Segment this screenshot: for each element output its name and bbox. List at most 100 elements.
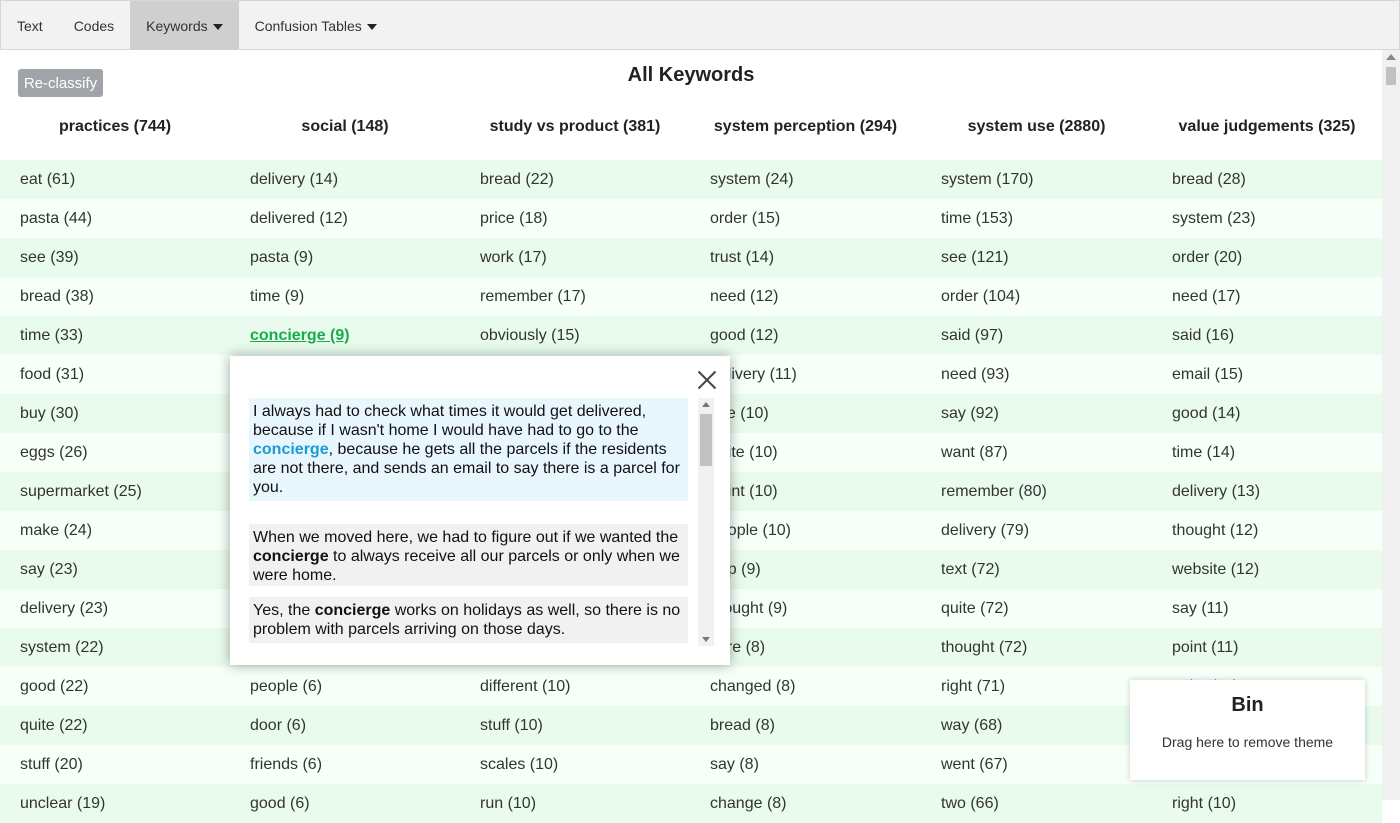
keyword-item[interactable]: said (97) xyxy=(921,316,1152,355)
keyword-item[interactable]: pasta (44) xyxy=(0,199,230,238)
keyword-item[interactable]: want (87) xyxy=(921,433,1152,472)
keyword-item[interactable]: changed (8) xyxy=(690,667,921,706)
keyword-item[interactable]: email (15) xyxy=(1152,355,1382,394)
column-header-system-use[interactable]: system use (2880) xyxy=(921,118,1152,140)
tab-keywords[interactable]: Keywords xyxy=(130,1,239,50)
keyword-item[interactable]: right (10) xyxy=(1152,784,1382,823)
keyword-item[interactable]: order (15) xyxy=(690,199,921,238)
keyword-item[interactable]: obviously (15) xyxy=(460,316,690,355)
keyword-item[interactable]: run (10) xyxy=(460,784,690,823)
column-header-system-perception[interactable]: system perception (294) xyxy=(690,118,921,140)
column-header-value-judgements[interactable]: value judgements (325) xyxy=(1152,118,1382,140)
keyword-item[interactable]: change (8) xyxy=(690,784,921,823)
keyword-item[interactable]: time (9) xyxy=(230,277,460,316)
keyword-label: good (22) xyxy=(20,677,89,695)
keyword-item[interactable]: trust (14) xyxy=(690,238,921,277)
keyword-item[interactable]: say (11) xyxy=(1152,589,1382,628)
keyword-item[interactable]: said (16) xyxy=(1152,316,1382,355)
keyword-item[interactable]: see (39) xyxy=(0,238,230,277)
column-header-practices[interactable]: practices (744) xyxy=(0,118,230,140)
keyword-item[interactable]: stuff (10) xyxy=(460,706,690,745)
keyword-item[interactable]: say (92) xyxy=(921,394,1152,433)
keyword-item[interactable]: two (66) xyxy=(921,784,1152,823)
keyword-item[interactable]: different (10) xyxy=(460,667,690,706)
keyword-item[interactable]: time (33) xyxy=(0,316,230,355)
keyword-item[interactable]: stuff (20) xyxy=(0,745,230,784)
keyword-item[interactable]: system (170) xyxy=(921,160,1152,199)
keyword-item[interactable]: bread (28) xyxy=(1152,160,1382,199)
keyword-item[interactable]: buy (30) xyxy=(0,394,230,433)
keyword-item[interactable]: website (12) xyxy=(1152,550,1382,589)
keyword-item[interactable]: time (14) xyxy=(1152,433,1382,472)
keyword-item[interactable]: say (8) xyxy=(690,745,921,784)
keyword-item[interactable]: scales (10) xyxy=(460,745,690,784)
page-scrollbar[interactable] xyxy=(1382,50,1400,800)
scroll-down-icon[interactable] xyxy=(702,637,710,642)
keyword-item[interactable]: good (14) xyxy=(1152,394,1382,433)
keyword-item[interactable]: eggs (26) xyxy=(0,433,230,472)
keyword-item[interactable]: need (12) xyxy=(690,277,921,316)
keyword-item[interactable]: eat (61) xyxy=(0,160,230,199)
keyword-item[interactable]: bread (38) xyxy=(0,277,230,316)
keyword-item[interactable]: door (6) xyxy=(230,706,460,745)
column-header-study-vs-product[interactable]: study vs product (381) xyxy=(460,118,690,140)
keyword-item[interactable]: bread (22) xyxy=(460,160,690,199)
keyword-item[interactable]: need (17) xyxy=(1152,277,1382,316)
keyword-item[interactable]: text (72) xyxy=(921,550,1152,589)
popup-scrollbar[interactable] xyxy=(698,398,714,646)
keyword-item[interactable]: people (6) xyxy=(230,667,460,706)
tab-codes[interactable]: Codes xyxy=(59,1,130,50)
keyword-item[interactable]: supermarket (25) xyxy=(0,472,230,511)
keyword-item[interactable]: system (23) xyxy=(1152,199,1382,238)
keyword-item[interactable]: make (24) xyxy=(0,511,230,550)
keyword-item[interactable]: remember (80) xyxy=(921,472,1152,511)
keyword-item[interactable]: work (17) xyxy=(460,238,690,277)
close-icon[interactable] xyxy=(695,368,719,392)
scroll-up-icon[interactable] xyxy=(702,402,710,407)
keyword-item[interactable]: thought (12) xyxy=(1152,511,1382,550)
tab-confusion-tables[interactable]: Confusion Tables xyxy=(239,1,393,50)
keyword-item[interactable]: say (23) xyxy=(0,550,230,589)
tab-text[interactable]: Text xyxy=(1,1,59,50)
keyword-item[interactable]: good (22) xyxy=(0,667,230,706)
keyword-item[interactable]: need (93) xyxy=(921,355,1152,394)
scrollbar-thumb[interactable] xyxy=(700,414,712,466)
keyword-item[interactable]: delivery (79) xyxy=(921,511,1152,550)
keyword-item[interactable]: concierge (9) xyxy=(230,316,460,355)
keyword-item[interactable]: delivered (12) xyxy=(230,199,460,238)
keyword-item[interactable]: delivery (13) xyxy=(1152,472,1382,511)
keyword-item[interactable]: food (31) xyxy=(0,355,230,394)
keyword-item[interactable]: system (22) xyxy=(0,628,230,667)
scroll-up-icon[interactable] xyxy=(1386,54,1396,60)
keyword-item[interactable]: pasta (9) xyxy=(230,238,460,277)
keyword-item[interactable]: unclear (19) xyxy=(0,784,230,823)
keyword-item[interactable]: point (11) xyxy=(1152,628,1382,667)
keyword-item[interactable]: system (24) xyxy=(690,160,921,199)
tab-codes-label: Codes xyxy=(73,17,115,34)
keyword-item[interactable]: went (67) xyxy=(921,745,1152,784)
keyword-item[interactable]: friends (6) xyxy=(230,745,460,784)
keyword-item[interactable]: see (121) xyxy=(921,238,1152,277)
keyword-item[interactable]: price (18) xyxy=(460,199,690,238)
keyword-item[interactable]: bread (8) xyxy=(690,706,921,745)
keyword-item[interactable]: quite (72) xyxy=(921,589,1152,628)
keyword-item[interactable]: time (153) xyxy=(921,199,1152,238)
keyword-label: unclear (19) xyxy=(20,794,106,812)
keyword-item[interactable]: good (12) xyxy=(690,316,921,355)
keyword-item[interactable]: order (104) xyxy=(921,277,1152,316)
keyword-item[interactable]: quite (22) xyxy=(0,706,230,745)
keyword-item[interactable]: delivery (14) xyxy=(230,160,460,199)
keyword-label: quite (72) xyxy=(941,599,1009,617)
scrollbar-thumb[interactable] xyxy=(1386,67,1396,85)
keyword-item[interactable]: thought (72) xyxy=(921,628,1152,667)
keyword-label: pasta (9) xyxy=(250,248,314,266)
bin-drop-zone[interactable]: Bin Drag here to remove theme xyxy=(1130,680,1365,780)
column-header-social[interactable]: social (148) xyxy=(230,118,460,140)
keyword-item[interactable]: way (68) xyxy=(921,706,1152,745)
keyword-item[interactable]: order (20) xyxy=(1152,238,1382,277)
keyword-item[interactable]: remember (17) xyxy=(460,277,690,316)
quotes-popup: I always had to check what times it woul… xyxy=(230,356,730,665)
keyword-item[interactable]: delivery (23) xyxy=(0,589,230,628)
keyword-item[interactable]: right (71) xyxy=(921,667,1152,706)
keyword-item[interactable]: good (6) xyxy=(230,784,460,823)
